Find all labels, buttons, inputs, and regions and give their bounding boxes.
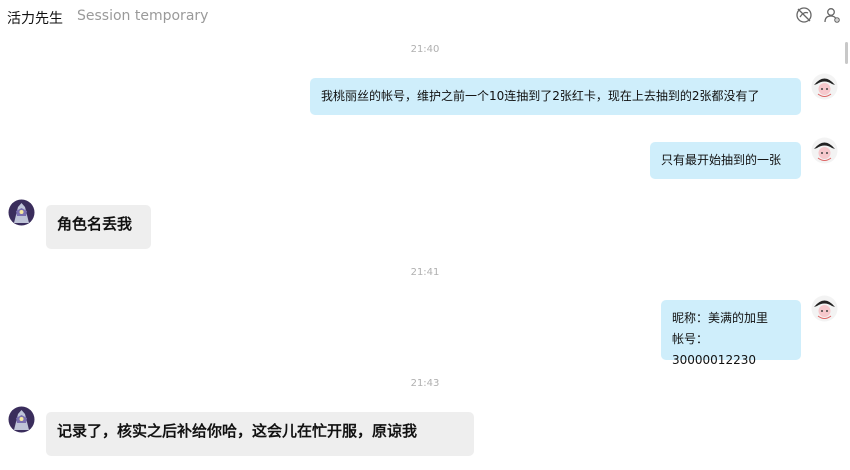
message-line: 帐号：30000012230 bbox=[672, 332, 756, 367]
message-text: 记录了，核实之后补给你哈，这会儿在忙开服，原谅我 bbox=[57, 422, 418, 440]
message-bubble-outgoing[interactable]: 我桃丽丝的帐号，维护之前一个10连抽到了2张红卡，现在上去抽到的2张都没有了 bbox=[310, 78, 801, 115]
chat-header: 活力先生 Session temporary bbox=[0, 0, 850, 32]
message-bubble-incoming[interactable]: 记录了，核实之后补给你哈，这会儿在忙开服，原谅我 bbox=[46, 412, 474, 456]
self-avatar[interactable] bbox=[811, 73, 838, 100]
user-settings-icon[interactable] bbox=[823, 6, 841, 24]
message-text: 我桃丽丝的帐号，维护之前一个10连抽到了2张红卡，现在上去抽到的2张都没有了 bbox=[321, 89, 760, 103]
self-avatar[interactable] bbox=[811, 295, 838, 322]
message-text: 只有最开始抽到的一张 bbox=[661, 153, 782, 167]
session-label: Session temporary bbox=[77, 8, 209, 24]
timestamp: 21:40 bbox=[410, 44, 440, 55]
self-avatar[interactable] bbox=[811, 137, 838, 164]
contact-avatar[interactable] bbox=[8, 199, 35, 226]
message-bubble-outgoing[interactable]: 只有最开始抽到的一张 bbox=[650, 142, 801, 179]
contact-name[interactable]: 活力先生 bbox=[7, 8, 63, 28]
contact-avatar[interactable] bbox=[8, 406, 35, 433]
no-disturb-icon[interactable] bbox=[795, 6, 813, 24]
timestamp: 21:41 bbox=[410, 267, 440, 278]
message-line: 昵称：美满的加里 bbox=[672, 311, 769, 325]
timestamp: 21:43 bbox=[410, 378, 440, 389]
message-bubble-incoming[interactable]: 角色名丢我 bbox=[46, 205, 151, 249]
message-bubble-outgoing[interactable]: 昵称：美满的加里 帐号：30000012230 bbox=[661, 300, 801, 367]
message-text: 角色名丢我 bbox=[57, 215, 133, 233]
